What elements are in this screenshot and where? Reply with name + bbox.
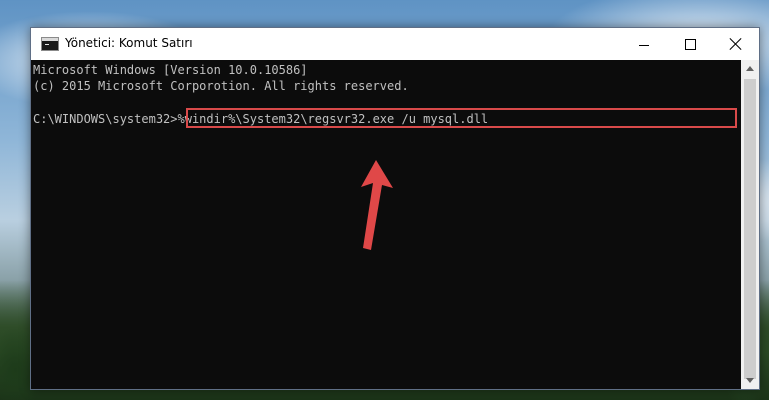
console-prompt: C:\WINDOWS\system32> bbox=[33, 112, 178, 126]
console-output[interactable]: Microsoft Windows [Version 10.0.10586] (… bbox=[31, 60, 741, 389]
command-highlight-box bbox=[186, 108, 737, 128]
window-title: Yönetici: Komut Satırı bbox=[65, 36, 193, 50]
command-prompt-window: Yönetici: Komut Satırı Microsoft Windows… bbox=[30, 27, 760, 390]
minimize-button[interactable] bbox=[621, 28, 667, 60]
console-line-version: Microsoft Windows [Version 10.0.10586] bbox=[33, 63, 308, 77]
pointer-arrow-icon bbox=[361, 160, 393, 250]
scroll-up-icon bbox=[746, 66, 754, 71]
maximize-button[interactable] bbox=[667, 28, 713, 60]
vertical-scrollbar[interactable] bbox=[741, 60, 759, 389]
cmd-icon bbox=[41, 37, 59, 51]
scrollbar-thumb[interactable] bbox=[744, 79, 756, 379]
maximize-icon bbox=[684, 38, 696, 50]
title-bar[interactable]: Yönetici: Komut Satırı bbox=[31, 28, 759, 60]
close-icon bbox=[730, 38, 742, 50]
scroll-down-icon bbox=[746, 378, 754, 383]
close-button[interactable] bbox=[713, 28, 759, 60]
scroll-up-button[interactable] bbox=[741, 60, 759, 77]
scroll-down-button[interactable] bbox=[741, 372, 759, 389]
minimize-icon bbox=[639, 44, 649, 46]
console-line-copyright: (c) 2015 Microsoft Corporotion. All righ… bbox=[33, 79, 409, 93]
